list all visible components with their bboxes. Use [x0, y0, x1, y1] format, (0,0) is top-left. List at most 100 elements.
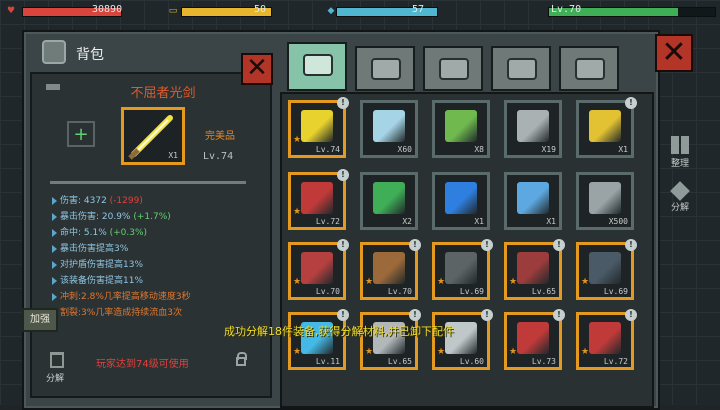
strengthen-button[interactable]: 加强: [22, 308, 58, 332]
item-slot[interactable]: ★ Lv.70!: [360, 239, 421, 300]
new-badge: !: [337, 169, 349, 181]
stat-delta: (-1299): [106, 196, 143, 206]
star-icon: ★: [365, 277, 374, 287]
new-badge: !: [481, 309, 493, 321]
red-boots-2-icon: [589, 322, 621, 354]
tab-misc[interactable]: [559, 46, 619, 91]
grid-icon: [671, 136, 689, 154]
item-label: Lv.65: [531, 287, 556, 296]
item-slot[interactable]: X2: [360, 172, 418, 230]
item-label: X60: [397, 145, 412, 154]
item-label: Lv.69: [459, 287, 484, 296]
item-slot[interactable]: ★ Lv.65!: [504, 239, 565, 300]
item-slot[interactable]: ★ Lv.74!: [288, 97, 349, 158]
add-accessory-button[interactable]: +: [67, 121, 95, 147]
battery-icon: ▭: [168, 6, 178, 16]
arrow-icon: [52, 260, 57, 269]
item-slot[interactable]: X1!: [576, 97, 637, 158]
drop-icon: ◆: [327, 6, 335, 16]
stat-label: 该装备伤害提高11%: [60, 276, 144, 286]
item-grid: ★ Lv.74! X60 X8 X19 X1! ★ Lv.72! X2 X1 X1 X500 ★ Lv.7…: [280, 92, 654, 408]
item-slot[interactable]: X60: [360, 100, 418, 158]
stat-row: 伤害: 4372 (-1299): [52, 193, 191, 209]
stat-label: 割裂:3%几率造成持续流血3次: [60, 308, 183, 318]
item-slot[interactable]: ★ Lv.72!: [576, 309, 637, 370]
hp-stat: ♥ 30890: [6, 4, 122, 18]
star-icon: ★: [581, 347, 590, 357]
stat-label: 命中: 5.1%: [60, 228, 107, 238]
sort-label: 整理: [670, 159, 689, 169]
star-icon: ★: [509, 277, 518, 287]
item-slot[interactable]: X19: [504, 100, 562, 158]
dismantle-label: 分解: [46, 374, 65, 384]
new-badge: !: [625, 97, 637, 109]
item-level: Lv.74: [203, 151, 234, 162]
gold-emblem-icon: [589, 110, 621, 142]
item-slot[interactable]: X500: [576, 172, 634, 230]
selected-item-slot[interactable]: X1: [121, 107, 185, 165]
new-badge: !: [337, 239, 349, 251]
close-detail-button[interactable]: ✕: [241, 53, 273, 85]
item-slot[interactable]: ★ Lv.69!: [432, 239, 493, 300]
item-slot[interactable]: ★ Lv.60!: [432, 309, 493, 370]
new-badge: !: [481, 239, 493, 251]
energy-stat: ▭ 50: [168, 4, 272, 18]
backpack-icon: [303, 54, 333, 76]
star-icon: ★: [293, 135, 302, 145]
item-slot[interactable]: ★ Lv.11!: [288, 309, 349, 370]
new-badge: !: [625, 239, 637, 251]
item-label: X19: [541, 145, 556, 154]
arrow-icon: [52, 212, 57, 221]
whistle-icon: [575, 58, 605, 80]
star-icon: ★: [365, 347, 374, 357]
stat-delta: (+1.7%): [130, 212, 171, 222]
item-label: Lv.73: [531, 357, 556, 366]
medkit-icon: [371, 58, 401, 80]
arrow-icon: [52, 292, 57, 301]
star-icon: ★: [437, 347, 446, 357]
item-slot[interactable]: X1: [504, 172, 562, 230]
star-icon: ★: [509, 347, 518, 357]
star-icon: ★: [437, 277, 446, 287]
dismantle-side-label: 分解: [670, 203, 689, 213]
crossbow-icon: [445, 252, 477, 284]
red-armor-icon: [517, 322, 549, 354]
stat-label: 伤害: 4372: [60, 196, 107, 206]
tab-backpack[interactable]: [287, 42, 347, 91]
item-slot[interactable]: X1: [432, 172, 490, 230]
close-inventory-button[interactable]: ✕: [655, 34, 693, 72]
item-label: Lv.74: [315, 145, 340, 154]
lock-icon[interactable]: [236, 352, 247, 366]
stat-row: 冲刺:2.8%几率提高移动速度3秒: [52, 289, 191, 305]
item-slot[interactable]: ★ Lv.69!: [576, 239, 637, 300]
red-boots-icon: [301, 182, 333, 214]
item-slot[interactable]: ★ Lv.73!: [504, 309, 565, 370]
item-stats: 伤害: 4372 (-1299) 暴击伤害: 20.9% (+1.7%) 命中: 5…: [52, 193, 191, 321]
green-machine-icon: [445, 110, 477, 142]
gun-icon: [507, 58, 537, 80]
sort-button[interactable]: 整理: [665, 136, 695, 169]
new-badge: !: [553, 239, 565, 251]
stat-label: 冲刺:2.8%几率提高移动速度3秒: [60, 292, 191, 302]
item-slot[interactable]: ★ Lv.65!: [360, 309, 421, 370]
item-label: Lv.70: [387, 287, 412, 296]
steel-cube-icon: [517, 110, 549, 142]
stat-row: 暴击伤害提高3%: [52, 241, 191, 257]
blood-blade-icon: [517, 252, 549, 284]
page-title: 背包: [76, 47, 104, 63]
item-slot[interactable]: ★ Lv.72!: [288, 169, 349, 230]
item-name: 不屈者光剑: [130, 86, 196, 101]
tab-armor[interactable]: [423, 46, 483, 91]
level-requirement: 玩家达到74级可使用: [96, 359, 189, 370]
star-icon: ★: [293, 277, 302, 287]
weapon-type-icon: [46, 84, 60, 90]
level-value: Lv.70: [551, 4, 582, 15]
stat-row: 该装备伤害提高11%: [52, 273, 191, 289]
stat-label: 对护盾伤害提高13%: [60, 260, 144, 270]
item-slot[interactable]: X8: [432, 100, 490, 158]
trash-icon[interactable]: [50, 352, 64, 368]
item-slot[interactable]: ★ Lv.70!: [288, 239, 349, 300]
dismantle-side-button[interactable]: 分解: [665, 181, 695, 213]
tab-medkit[interactable]: [355, 46, 415, 91]
tab-gun[interactable]: [491, 46, 551, 91]
